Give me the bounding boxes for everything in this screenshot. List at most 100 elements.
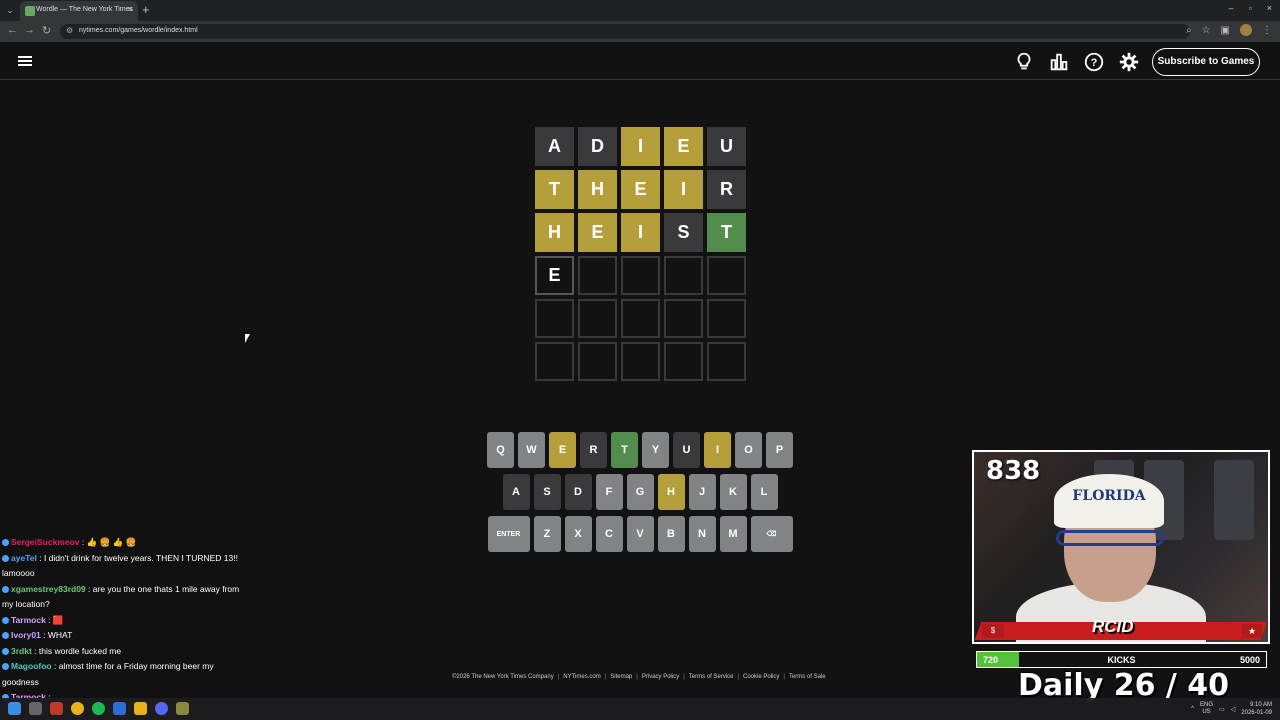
footer-link[interactable]: Sitemap [610,674,632,680]
tray-chevron-icon[interactable]: ^ [1191,706,1194,712]
browser-tab[interactable]: Wordle — The New York Times × [20,1,138,21]
key-l[interactable]: L [750,474,778,510]
svg-text:?: ? [1091,57,1098,69]
hint-bulb-icon[interactable] [1013,51,1035,73]
footer-separator: | [604,674,607,680]
help-icon[interactable]: ? [1083,51,1105,73]
tile-r6-c2 [578,342,617,381]
chrome-icon[interactable] [71,702,84,715]
tile-r6-c4 [664,342,703,381]
minimize-icon[interactable]: – [1229,3,1234,13]
restore-icon[interactable]: ▫ [1249,3,1252,13]
star-icon: ★ [1242,624,1262,638]
chat-separator: : [36,552,44,563]
chat-username[interactable]: Magoofoo [11,661,52,671]
url-text: nytimes.com/games/wordle/index.html [79,27,198,34]
chat-badge-icon [2,616,9,624]
key-w[interactable]: W [518,432,545,468]
footer-link[interactable]: Cookie Policy [743,674,779,680]
app-icon[interactable] [113,702,126,715]
settings-icon[interactable] [1118,51,1140,73]
discord-icon[interactable] [155,702,168,715]
tab-close-icon[interactable]: × [128,4,133,14]
menu-icon[interactable] [18,56,32,67]
key-h[interactable]: H [657,474,685,510]
key-n[interactable]: N [688,516,716,552]
footer-link[interactable]: Terms of Sale [789,674,826,680]
key-f[interactable]: F [595,474,623,510]
chat-message: xgamestrey83rd09 : are you the one thats… [0,582,242,613]
chat-username[interactable]: ayeTel [11,553,37,563]
tile-r1-c3: I [621,127,660,166]
key-z[interactable]: Z [533,516,561,552]
volume-icon[interactable]: ◁ [1231,706,1236,713]
footer-link[interactable]: NYTimes.com [563,674,600,680]
key-c[interactable]: C [595,516,623,552]
back-icon[interactable]: ← [7,24,18,36]
new-tab-icon[interactable]: + [142,2,150,17]
streamer-glasses [1056,530,1164,546]
chat-separator: : [40,630,48,640]
chat-text: this wordle fucked me [38,645,122,656]
app-icon[interactable] [176,702,189,715]
url-input[interactable]: ⚙ nytimes.com/games/wordle/index.html [60,24,1190,39]
footer-separator: | [683,674,685,680]
tab-search-icon[interactable]: ⌄ [4,4,16,16]
key-e[interactable]: E [549,432,576,468]
subscribe-button[interactable]: Subscribe to Games [1152,48,1260,76]
chat-username[interactable]: 3rdkt [11,646,32,656]
key-r[interactable]: R [580,432,607,468]
reload-icon[interactable]: ↻ [42,24,51,37]
chat-username[interactable]: SergeiSuckmeov [11,537,80,547]
chat-username[interactable]: Ivory01 [11,630,41,640]
chat-username[interactable]: xgamestrey83rd09 [11,584,86,594]
key-enter[interactable]: ENTER [487,516,530,552]
profile-avatar[interactable] [1240,24,1252,36]
tile-r1-c5: U [707,127,746,166]
key-j[interactable]: J [688,474,716,510]
extensions-icon[interactable]: ▣ [1221,25,1230,36]
key-u[interactable]: U [673,432,700,468]
folder-icon[interactable] [134,702,147,715]
search-icon[interactable] [29,702,42,715]
key-d[interactable]: D [564,474,592,510]
forward-icon[interactable]: → [24,24,35,36]
tile-r2-c4: I [664,170,703,209]
key-i[interactable]: I [704,432,731,468]
bookmark-star-icon[interactable]: ☆ [1202,25,1211,36]
zoom-icon[interactable]: ⌕ [1186,25,1192,36]
tile-r6-c1 [535,342,574,381]
start-icon[interactable] [8,702,21,715]
key-y[interactable]: Y [642,432,669,468]
backspace-key[interactable]: ⌫ [750,516,793,552]
footer-link[interactable]: Privacy Policy [642,674,679,680]
key-p[interactable]: P [766,432,793,468]
chat-separator: : [85,583,93,594]
language-indicator[interactable]: ENG US [1200,702,1213,716]
key-t[interactable]: T [611,432,638,468]
key-o[interactable]: O [735,432,762,468]
close-window-icon[interactable]: × [1267,3,1272,13]
site-info-icon[interactable]: ⚙ [66,26,73,35]
footer-separator: | [783,674,785,680]
spotify-icon[interactable] [92,702,105,715]
chat-username[interactable]: Tarmock [11,615,46,625]
stats-icon[interactable] [1048,51,1070,73]
keyboard-row: ENTER Z X C V B N M ⌫ [487,516,793,552]
key-b[interactable]: B [657,516,685,552]
footer-link[interactable]: Terms of Service [689,674,734,680]
key-k[interactable]: K [719,474,747,510]
key-m[interactable]: M [719,516,747,552]
key-q[interactable]: Q [487,432,514,468]
app-icon[interactable] [50,702,63,715]
key-s[interactable]: S [533,474,561,510]
network-icon[interactable]: ▭ [1219,706,1225,713]
key-v[interactable]: V [626,516,654,552]
footer-link[interactable]: ©2026 The New York Times Company [452,674,554,680]
key-x[interactable]: X [564,516,592,552]
key-a[interactable]: A [502,474,530,510]
key-g[interactable]: G [626,474,654,510]
clock[interactable]: 9:10 AM 2026-01-09 [1241,701,1272,717]
browser-menu-icon[interactable]: ⋮ [1262,25,1272,36]
chat-badge-icon [2,632,9,640]
